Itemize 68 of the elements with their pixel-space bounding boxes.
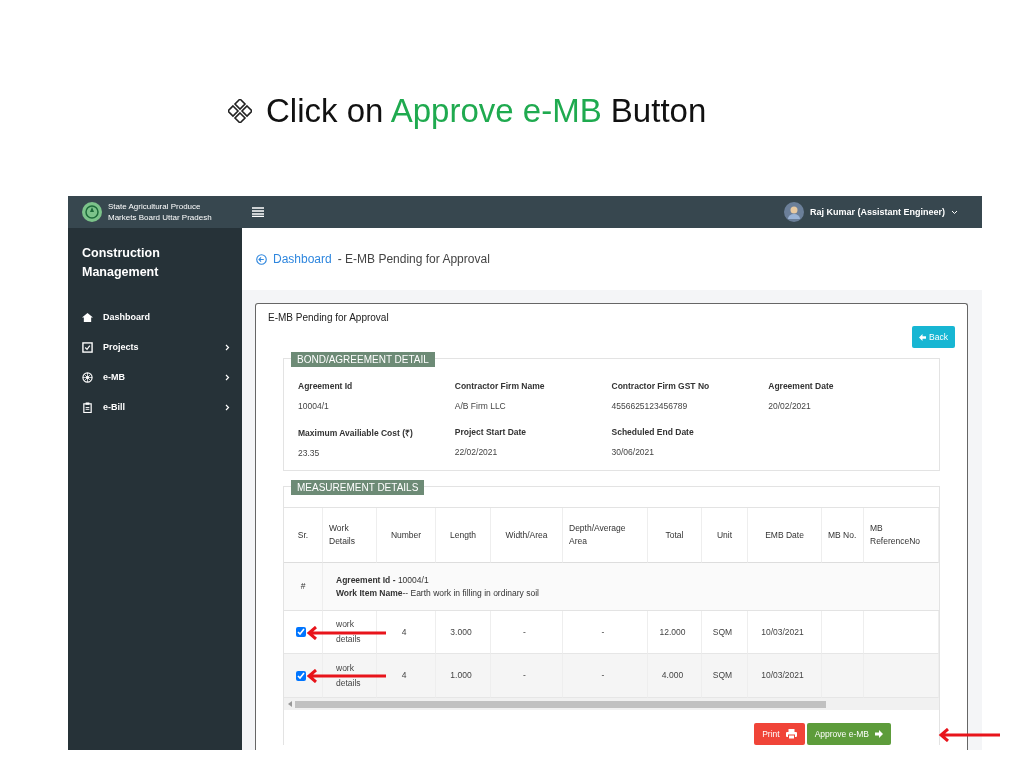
horizontal-scrollbar[interactable] — [284, 698, 939, 710]
chevron-down-icon[interactable] — [951, 209, 958, 215]
dashboard-link[interactable]: Dashboard — [273, 252, 332, 266]
sidebar-title: Construction Management — [82, 245, 161, 281]
table-cell: # — [284, 563, 323, 611]
table-cell: 10/03/2021 — [748, 654, 822, 698]
avatar-icon[interactable] — [783, 202, 804, 222]
arrow-left-icon — [919, 333, 927, 341]
user-name[interactable]: Raj Kumar (Assistant Engineer) — [809, 207, 945, 217]
card-title: E-MB Pending for Approval — [268, 312, 389, 323]
sidebar-item[interactable]: e-MB — [103, 372, 215, 382]
slide-title: Click on Approve e-MB Button — [266, 92, 707, 130]
chevron-right-icon[interactable] — [225, 373, 230, 381]
table-cell — [822, 654, 864, 698]
field-value: 22/02/2021 — [454, 447, 499, 457]
table-cell: 4 — [377, 611, 436, 654]
wheel-icon — [82, 371, 93, 383]
sidebar-item[interactable]: e-Bill — [103, 402, 215, 412]
field-value: 30/06/2021 — [611, 447, 656, 457]
row-checkbox[interactable] — [296, 670, 306, 681]
menu-icon[interactable] — [252, 207, 264, 217]
table-cell: 12.000 — [648, 611, 702, 654]
house-icon — [82, 311, 93, 323]
agreement-id-text: Agreement Id - 10004/1 — [336, 573, 430, 587]
page-title: - E-MB Pending for Approval — [337, 252, 490, 266]
field-value: 4556625123456789 — [611, 401, 689, 411]
table-cell: - — [491, 611, 563, 654]
work-item-text: Work Item Name-- Earth work in filling in ordinary soil — [336, 586, 539, 600]
checkbox-icon — [82, 341, 93, 353]
chevron-right-icon[interactable] — [225, 343, 230, 351]
chevron-right-icon[interactable] — [225, 403, 230, 411]
sidebar-item[interactable]: Dashboard — [103, 312, 230, 322]
printer-icon — [785, 729, 797, 739]
annotation-arrow — [938, 728, 1000, 742]
field-label: Agreement Id — [298, 381, 354, 391]
organization-name: State Agricultural Produce Markets Board Uttar Pradesh — [108, 201, 212, 223]
table-cell: 1.000 — [436, 654, 491, 698]
clipboard-icon — [82, 401, 93, 413]
logo-icon — [82, 202, 102, 222]
sidebar-item[interactable]: Projects — [103, 342, 215, 352]
field-label: Agreement Date — [768, 381, 835, 391]
table-cell: 3.000 — [436, 611, 491, 654]
field-label: Contractor Firm Name — [454, 381, 546, 391]
field-value: 20/02/2021 — [768, 401, 812, 411]
table-cell: SQM — [702, 611, 748, 654]
arrow-right-icon — [875, 730, 883, 738]
table-cell: 4 — [377, 654, 436, 698]
print-button[interactable]: Print — [754, 723, 805, 745]
row-checkbox[interactable] — [296, 627, 306, 637]
field-label: Maximum Availiable Cost (₹) — [298, 427, 414, 438]
table-cell: - — [491, 654, 563, 698]
table-cell: work details — [323, 654, 377, 698]
field-label: Project Start Date — [454, 427, 528, 437]
section-legend: BOND/AGREEMENT DETAIL — [291, 352, 435, 367]
table-cell: work details — [323, 611, 377, 654]
table-cell: - — [563, 654, 648, 698]
table-cell: - — [563, 611, 648, 654]
field-label: Scheduled End Date — [611, 427, 695, 437]
field-value: 10004/1 — [298, 401, 330, 411]
field-label: Contractor Firm GST No — [611, 381, 711, 391]
back-arrow-icon[interactable] — [256, 253, 267, 265]
field-value: A/B Firm LLC — [454, 401, 507, 411]
table-cell: SQM — [702, 654, 748, 698]
field-value: 23.35 — [298, 448, 321, 458]
section-legend: MEASUREMENT DETAILS — [291, 480, 425, 495]
table-cell: 4.000 — [648, 654, 702, 698]
table-cell: 10/03/2021 — [748, 611, 822, 654]
diamond-bullet-icon — [228, 99, 252, 123]
